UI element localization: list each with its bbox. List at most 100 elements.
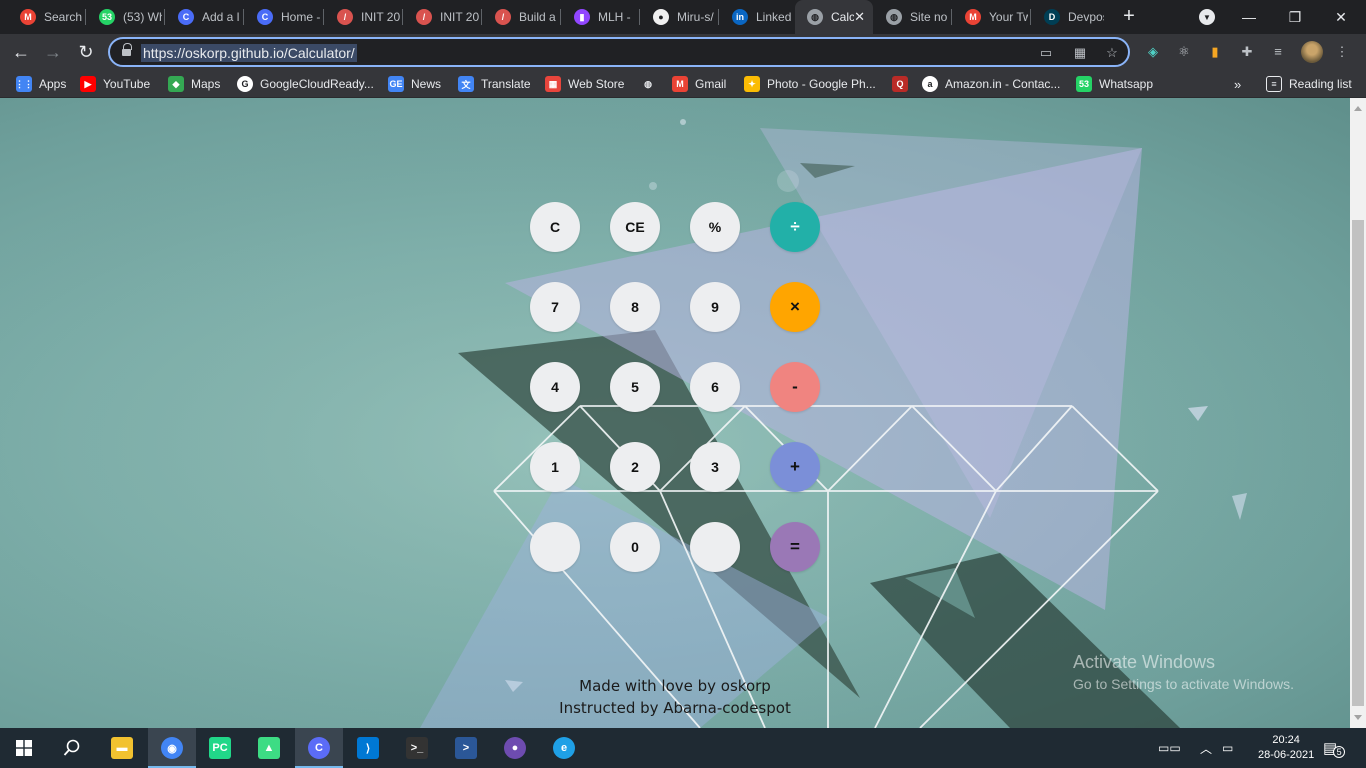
- key-equals-button[interactable]: =: [770, 522, 820, 572]
- forward-arrow-icon[interactable]: →: [41, 40, 65, 64]
- bookmark-news[interactable]: GE News: [388, 70, 441, 98]
- notifications-button[interactable]: ▤ 5: [1323, 728, 1346, 768]
- page-scrollbar[interactable]: [1350, 98, 1366, 728]
- tab-title: Add a l: [202, 10, 240, 24]
- taskbar-codespot[interactable]: C: [295, 728, 343, 768]
- bookmark-quora[interactable]: Q: [892, 70, 915, 98]
- bookmark-gmail[interactable]: M Gmail: [672, 70, 726, 98]
- key-blank-16-button[interactable]: [530, 522, 580, 572]
- tab-10[interactable]: in LinkedI: [720, 0, 791, 34]
- network-icon[interactable]: ▭: [1222, 728, 1233, 768]
- key-subtract-button[interactable]: -: [770, 362, 820, 412]
- bookmark-globe[interactable]: ◍: [640, 70, 663, 98]
- key-clear-button[interactable]: C: [530, 202, 580, 252]
- bookmark-googlecloudready[interactable]: G GoogleCloudReady...: [237, 70, 374, 98]
- reload-icon[interactable]: ↻: [74, 40, 98, 64]
- tab-search-icon[interactable]: ▼: [1199, 9, 1215, 25]
- task-view-icon[interactable]: ▭▭: [1158, 728, 1181, 768]
- tab-5[interactable]: / INIT 20: [325, 0, 400, 34]
- tab-8[interactable]: ▮ MLH -: [562, 0, 637, 34]
- taskbar-obs[interactable]: ●: [491, 728, 539, 768]
- close-window-button[interactable]: ✕: [1318, 0, 1364, 34]
- extensions-puzzle-icon[interactable]: ✚: [1239, 44, 1255, 60]
- tab-separator: [85, 9, 86, 25]
- media-controls-icon[interactable]: ≡: [1270, 44, 1286, 60]
- profile-avatar[interactable]: [1301, 41, 1323, 63]
- tab-4[interactable]: C Home -: [245, 0, 321, 34]
- taskbar-chrome[interactable]: ◉: [148, 728, 196, 768]
- bookmark-photo-google-ph[interactable]: ✦ Photo - Google Ph...: [744, 70, 876, 98]
- key-multiply-button[interactable]: ×: [770, 282, 820, 332]
- taskbar-vscode[interactable]: ⟩: [344, 728, 392, 768]
- bookmark-star-icon[interactable]: ☆: [1104, 45, 1120, 61]
- bookmark-whatsapp[interactable]: 53 Whatsapp: [1076, 70, 1153, 98]
- tab-title: Home -: [281, 10, 321, 24]
- reading-list-button[interactable]: ≡ Reading list: [1266, 70, 1352, 98]
- close-tab-icon[interactable]: ✕: [854, 9, 865, 25]
- taskbar-powershell[interactable]: >: [442, 728, 490, 768]
- taskbar-file-explorer[interactable]: ▬: [98, 728, 146, 768]
- start-button[interactable]: [0, 728, 48, 768]
- maximize-button[interactable]: ❐: [1272, 0, 1318, 34]
- lock-icon[interactable]: [122, 43, 132, 57]
- tab-1[interactable]: M Search: [8, 0, 83, 34]
- bookmark-apps[interactable]: ⋮⋮ Apps: [15, 70, 66, 98]
- tab-13[interactable]: M Your Tw: [953, 0, 1028, 34]
- new-tab-button[interactable]: +: [1117, 4, 1141, 28]
- taskbar-edge[interactable]: e: [540, 728, 588, 768]
- tab-6[interactable]: / INIT 20: [404, 0, 479, 34]
- key-digit-8-button[interactable]: 8: [610, 282, 660, 332]
- more-bookmarks-icon[interactable]: »: [1234, 70, 1241, 98]
- bookmark-label: YouTube: [103, 77, 151, 91]
- bookmark-youtube[interactable]: ▶ YouTube: [80, 70, 150, 98]
- scroll-up-arrow-icon[interactable]: [1354, 106, 1362, 111]
- back-arrow-icon[interactable]: ←: [9, 40, 33, 64]
- tab-14[interactable]: D Devpos: [1032, 0, 1104, 34]
- tab-2[interactable]: 53 (53) Wh: [87, 0, 162, 34]
- cast-icon[interactable]: ▭: [1038, 45, 1054, 61]
- bookmark-translate[interactable]: 文 Translate: [458, 70, 531, 98]
- bookmark-web-store[interactable]: ▦ Web Store: [545, 70, 624, 98]
- clock[interactable]: 20:24 28-06-2021: [1258, 728, 1314, 768]
- show-hidden-icons-icon[interactable]: ︿: [1200, 728, 1212, 768]
- key-digit-9-button[interactable]: 9: [690, 282, 740, 332]
- tab-9[interactable]: ● Miru-s/: [641, 0, 716, 34]
- qr-code-icon[interactable]: ▦: [1072, 45, 1088, 61]
- key-add-button[interactable]: +: [770, 442, 820, 492]
- react-devtools-icon[interactable]: ⚛: [1176, 44, 1192, 60]
- key-digit-2-button[interactable]: 2: [610, 442, 660, 492]
- key-digit-6-button[interactable]: 6: [690, 362, 740, 412]
- scroll-down-arrow-icon[interactable]: [1354, 715, 1362, 720]
- init-icon: /: [337, 9, 353, 25]
- init-icon: /: [416, 9, 432, 25]
- chrome-menu-icon[interactable]: ⋮: [1334, 44, 1350, 60]
- taskbar-terminal[interactable]: >_: [393, 728, 441, 768]
- extension-lamp-icon[interactable]: ▮: [1207, 44, 1223, 60]
- key-digit-1-button[interactable]: 1: [530, 442, 580, 492]
- taskbar-pycharm[interactable]: PC: [196, 728, 244, 768]
- key-blank-18-button[interactable]: [690, 522, 740, 572]
- key-digit-3-button[interactable]: 3: [690, 442, 740, 492]
- address-bar[interactable]: https://oskorp.github.io/Calculator/ ▭ ▦…: [108, 37, 1130, 67]
- extension-teal-icon[interactable]: ◈: [1145, 44, 1161, 60]
- bookmark-amazon-in-contac[interactable]: a Amazon.in - Contac...: [922, 70, 1060, 98]
- bookmark-maps[interactable]: ◆ Maps: [168, 70, 220, 98]
- url-text[interactable]: https://oskorp.github.io/Calculator/: [141, 44, 357, 62]
- tab-12[interactable]: ◍ Site no: [874, 0, 949, 34]
- taskbar-android-studio[interactable]: ▲: [245, 728, 293, 768]
- tab-7[interactable]: / Build a: [483, 0, 558, 34]
- key-clear-entry-button[interactable]: CE: [610, 202, 660, 252]
- bookmark-label: Amazon.in - Contac...: [945, 77, 1061, 91]
- key-percent-button[interactable]: %: [690, 202, 740, 252]
- tab-11[interactable]: ◍ Calc ✕: [795, 0, 873, 34]
- windows-taskbar: ▭▭ ︿ ▭ 20:24 28-06-2021 ▤ 5 ▬ ◉ PC ▲ C ⟩ >_ > ● e: [0, 728, 1366, 768]
- key-digit-0-button[interactable]: 0: [610, 522, 660, 572]
- minimize-button[interactable]: —: [1226, 0, 1272, 34]
- search-button[interactable]: [48, 728, 96, 768]
- key-digit-5-button[interactable]: 5: [610, 362, 660, 412]
- scrollbar-thumb[interactable]: [1352, 220, 1364, 706]
- key-digit-4-button[interactable]: 4: [530, 362, 580, 412]
- tab-3[interactable]: C Add a l: [166, 0, 241, 34]
- key-digit-7-button[interactable]: 7: [530, 282, 580, 332]
- key-divide-button[interactable]: ÷: [770, 202, 820, 252]
